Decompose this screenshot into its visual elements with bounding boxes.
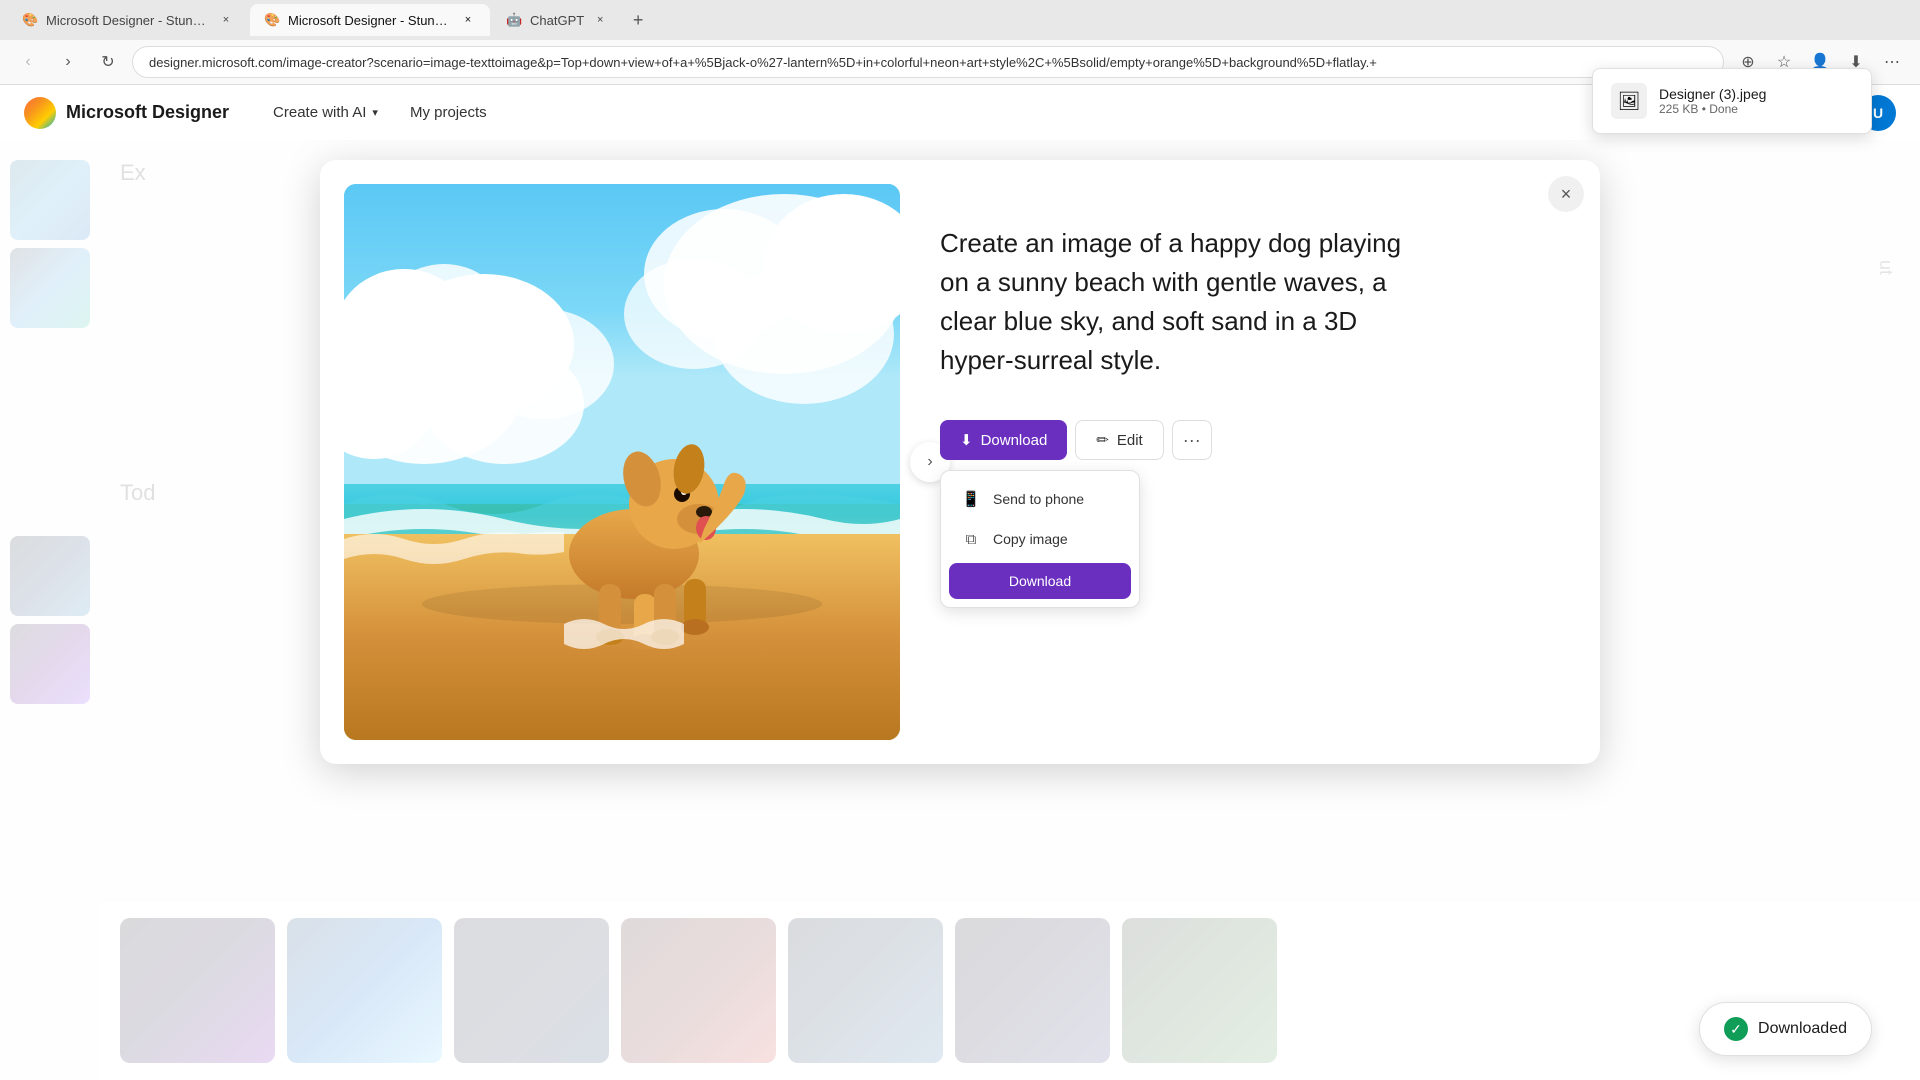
reload-button[interactable]: ↻: [92, 46, 124, 78]
tab-1-favicon: 🎨: [22, 12, 38, 28]
address-text: designer.microsoft.com/image-creator?sce…: [149, 55, 1377, 70]
app-logo[interactable]: Microsoft Designer: [24, 97, 229, 129]
copy-icon: ⧉: [961, 529, 981, 549]
tab-2[interactable]: 🎨 Microsoft Designer - Stunning ×: [250, 4, 490, 36]
create-with-ai-label: Create with AI: [273, 104, 366, 121]
dl-notif-status: 225 KB • Done: [1659, 102, 1853, 116]
tab-3-title: ChatGPT: [530, 13, 584, 28]
download-button[interactable]: ⬇ Download: [940, 420, 1067, 460]
forward-button[interactable]: ›: [52, 46, 84, 78]
create-ai-chevron-icon: ▾: [372, 106, 378, 119]
edit-label: Edit: [1117, 432, 1143, 449]
new-tab-button[interactable]: +: [624, 6, 652, 34]
dl-notif-filename: Designer (3).jpeg: [1659, 86, 1853, 102]
modal-image-section: ›: [344, 184, 900, 740]
tab-3-favicon: 🤖: [506, 12, 522, 28]
copy-image-item[interactable]: ⧉ Copy image: [949, 519, 1131, 559]
create-with-ai-menu[interactable]: Create with AI ▾: [261, 98, 390, 127]
download-notification: 🖼 Designer (3).jpeg 225 KB • Done: [1592, 68, 1872, 134]
downloaded-toast: ✓ Downloaded: [1699, 1002, 1872, 1056]
modal-content: Create an image of a happy dog playing o…: [940, 184, 1576, 740]
tab-2-close[interactable]: ×: [460, 12, 476, 28]
image-detail-modal: ×: [320, 160, 1600, 764]
more-options-dropdown: 📱 Send to phone ⧉ Copy image Download: [940, 470, 1140, 608]
dropdown-download-button[interactable]: Download: [949, 563, 1131, 599]
edit-button[interactable]: ✏ Edit: [1075, 420, 1163, 460]
tab-2-title: Microsoft Designer - Stunning: [288, 13, 452, 28]
modal-overlay: ×: [0, 140, 1920, 1080]
download-icon: ⬇: [960, 431, 973, 449]
check-icon: ✓: [1724, 1017, 1748, 1041]
close-icon: ×: [1561, 184, 1572, 205]
modal-close-button[interactable]: ×: [1548, 176, 1584, 212]
main-image: [344, 184, 900, 740]
my-projects-menu[interactable]: My projects: [398, 98, 499, 127]
edit-icon: ✏: [1096, 431, 1109, 449]
image-description: Create an image of a happy dog playing o…: [940, 224, 1420, 380]
dl-notif-size: 225 KB: [1659, 102, 1698, 116]
send-to-phone-label: Send to phone: [993, 491, 1084, 507]
tab-3-close[interactable]: ×: [592, 12, 608, 28]
address-bar[interactable]: designer.microsoft.com/image-creator?sce…: [132, 46, 1724, 78]
send-to-phone-item[interactable]: 📱 Send to phone: [949, 479, 1131, 519]
phone-icon: 📱: [961, 489, 981, 509]
modal-actions: ⬇ Download ✏ Edit ··· 📱 Send to: [940, 420, 1576, 460]
app-nav-menu: Create with AI ▾ My projects: [261, 98, 499, 127]
dl-notif-done: Done: [1709, 102, 1738, 116]
tab-1[interactable]: 🎨 Microsoft Designer - Stunning ×: [8, 4, 248, 36]
downloaded-label: Downloaded: [1758, 1020, 1847, 1038]
tab-bar: 🎨 Microsoft Designer - Stunning × 🎨 Micr…: [0, 0, 1920, 40]
tab-3[interactable]: 🤖 ChatGPT ×: [492, 4, 622, 36]
logo-text: Microsoft Designer: [66, 102, 229, 123]
dl-notif-info: Designer (3).jpeg 225 KB • Done: [1659, 86, 1853, 116]
my-projects-label: My projects: [410, 104, 487, 121]
beach-scene-svg: [344, 184, 900, 740]
copy-image-label: Copy image: [993, 531, 1068, 547]
more-icon: ···: [1183, 430, 1201, 451]
back-button[interactable]: ‹: [12, 46, 44, 78]
tab-2-favicon: 🎨: [264, 12, 280, 28]
page-background: Ex Tod ut ×: [0, 140, 1920, 1080]
dl-notif-file-icon: 🖼: [1611, 83, 1647, 119]
next-icon: ›: [927, 453, 932, 471]
more-options-button[interactable]: ···: [1172, 420, 1212, 460]
logo-icon: [24, 97, 56, 129]
tab-1-title: Microsoft Designer - Stunning: [46, 13, 210, 28]
tab-1-close[interactable]: ×: [218, 12, 234, 28]
settings-icon[interactable]: ⋯: [1876, 46, 1908, 78]
download-label: Download: [981, 432, 1048, 449]
